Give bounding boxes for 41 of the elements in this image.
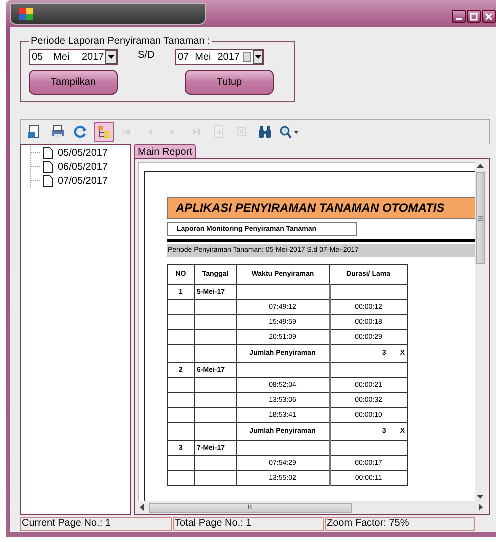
zoom-icon — [279, 125, 299, 139]
tree-line — [29, 146, 41, 160]
close-button[interactable] — [482, 10, 496, 23]
group-legend: Periode Laporan Penyiraman Tanaman : — [29, 36, 212, 47]
date-picker[interactable]: 07 Mei 2017 — [175, 49, 264, 65]
status-panel: Current Page No.: 1 — [20, 517, 172, 531]
app-icon — [19, 8, 33, 20]
tree-button[interactable] — [94, 122, 114, 142]
report-title: APLIKASI PENYIRAMAN TANAMAN OTOMATIS — [167, 197, 475, 219]
close-form-button[interactable]: Tutup — [185, 70, 274, 95]
status-panel: Total Page No.: 1 — [173, 517, 324, 531]
minimize-button[interactable] — [452, 10, 466, 23]
document-icon — [43, 161, 53, 173]
export-icon — [28, 125, 42, 139]
scroll-right-icon[interactable] — [479, 504, 483, 511]
tree-icon — [97, 125, 111, 139]
maximize-icon — [470, 12, 478, 20]
tree-item[interactable]: 05/05/2017 — [58, 148, 108, 158]
tree-line — [29, 160, 41, 174]
report-tab[interactable]: Main Report — [134, 144, 196, 159]
maximize-button[interactable] — [467, 10, 481, 23]
document-icon — [43, 147, 53, 159]
binoculars-icon — [258, 125, 272, 139]
scroll-up-icon[interactable] — [477, 164, 484, 168]
vertical-scrollbar[interactable] — [475, 162, 486, 501]
separator-label: S/D — [137, 50, 156, 61]
tree-item[interactable]: 06/05/2017 — [58, 162, 108, 172]
scroll-down-icon[interactable] — [477, 495, 484, 499]
date-picker[interactable]: 05 Mei 2017 — [29, 49, 118, 65]
tree-item[interactable]: 07/05/2017 — [58, 176, 108, 186]
print-icon — [51, 125, 65, 139]
stop-icon — [235, 125, 249, 139]
show-button[interactable]: Tampilkan — [29, 70, 118, 95]
scroll-left-icon[interactable] — [140, 504, 144, 511]
grip-icon — [478, 216, 483, 220]
refresh-icon — [74, 125, 88, 139]
document-icon — [43, 175, 53, 187]
go-to-page-icon — [212, 125, 226, 139]
status-panel: Zoom Factor: 75% — [325, 517, 475, 531]
tree-line — [29, 174, 41, 188]
close-icon — [485, 12, 493, 20]
